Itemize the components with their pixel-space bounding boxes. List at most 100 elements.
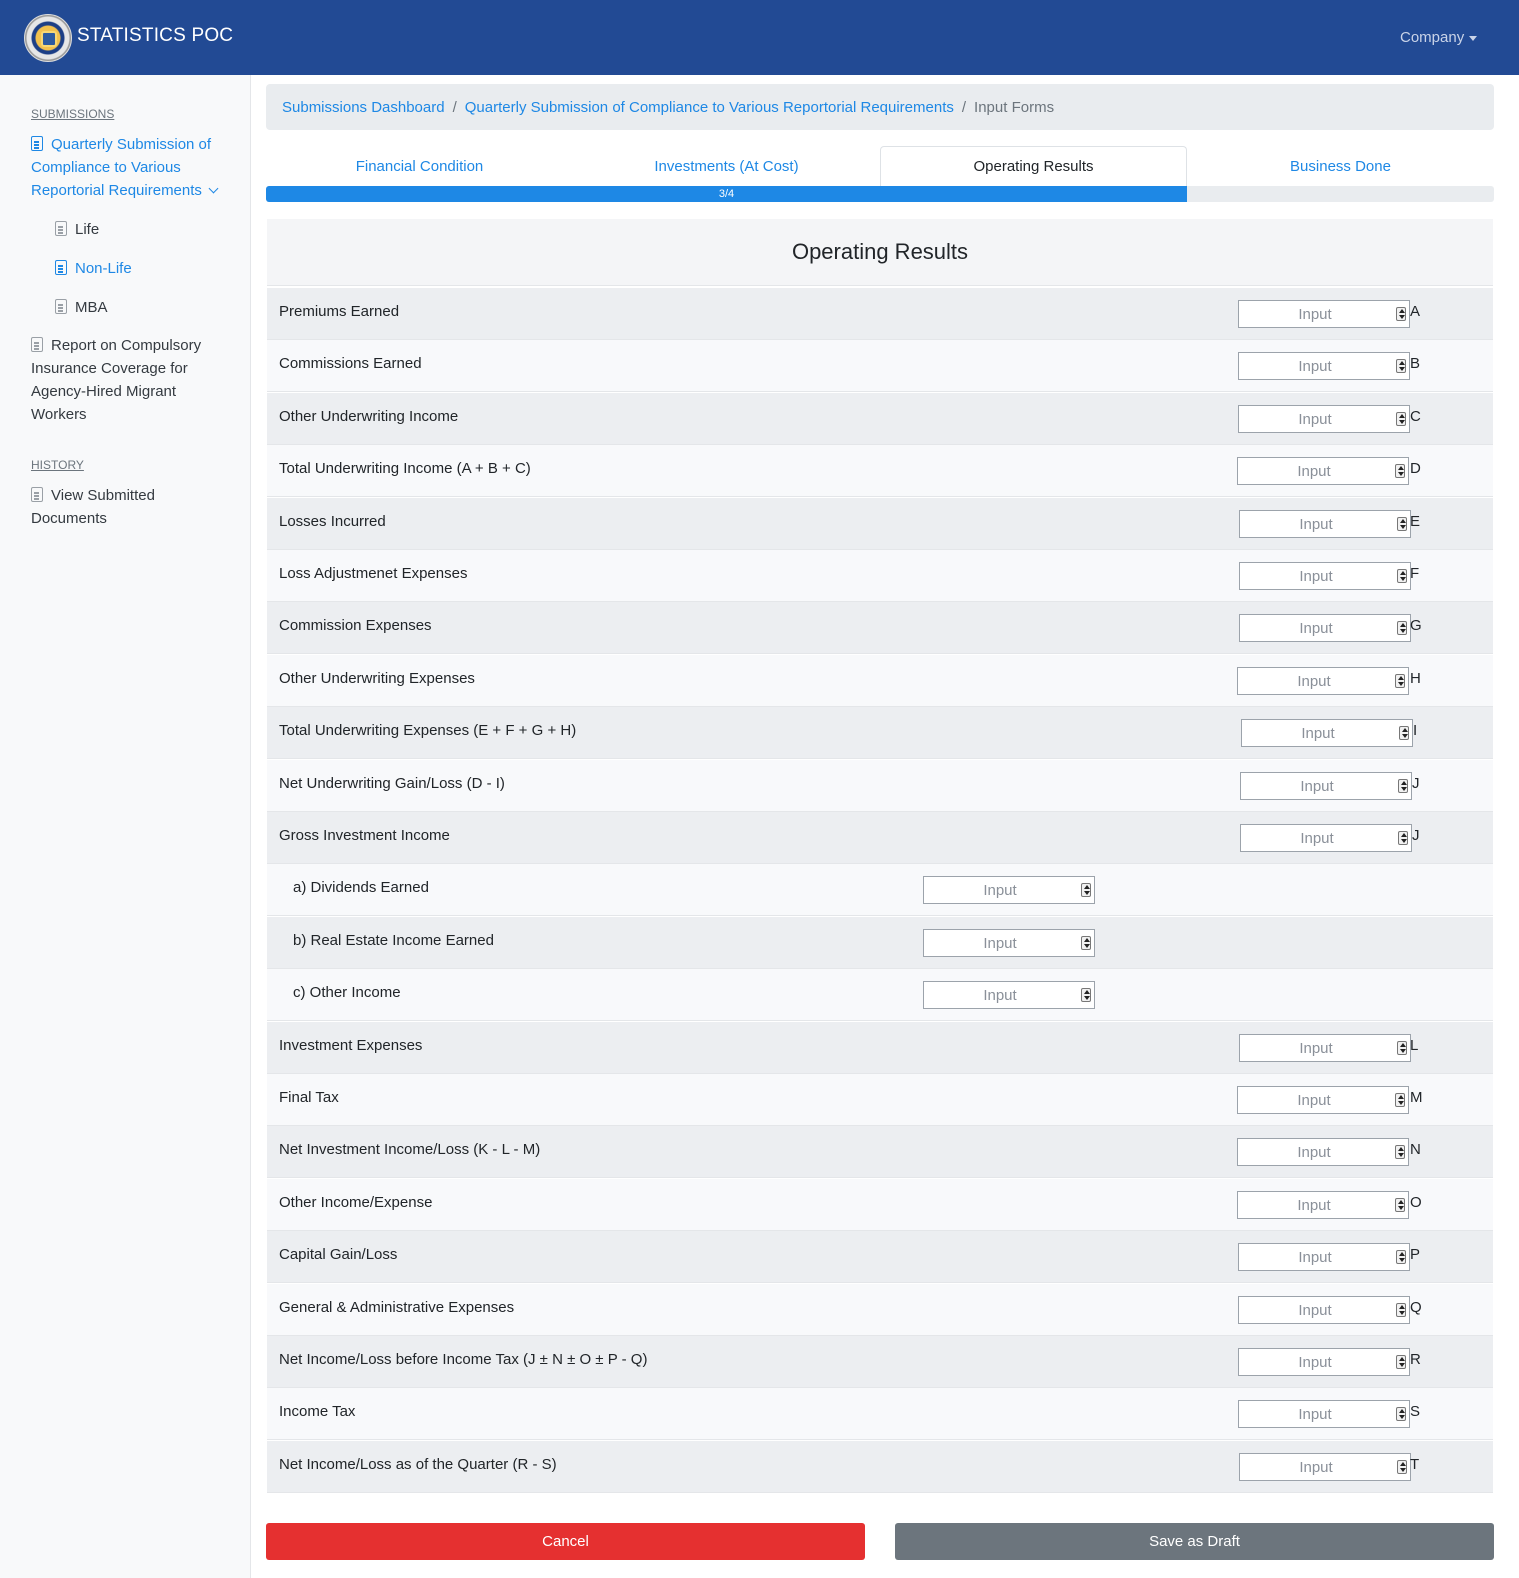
tab-financial-condition[interactable]: Financial Condition [266,146,573,186]
form-row: Premiums Earned Input A [267,288,1493,340]
row-label: Net Investment Income/Loss (K - L - M) [279,1141,541,1158]
sidebar-item-label: Life [75,221,100,238]
form-row: Income Tax Input S [267,1388,1493,1440]
number-input[interactable]: Input [1237,457,1409,485]
breadcrumb-quarterly-submission[interactable]: Quarterly Submission of Compliance to Va… [465,99,954,116]
brand-title[interactable]: STATISTICS POC [77,25,233,47]
document-icon [55,260,67,275]
number-input[interactable]: Input [1237,1191,1409,1219]
spinner-arrows-icon[interactable] [1396,1407,1406,1421]
row-reference-letter: J [1412,775,1420,792]
spinner-arrows-icon[interactable] [1397,1460,1407,1474]
spinner-arrows-icon[interactable] [1395,464,1405,478]
number-input[interactable]: Input [923,929,1095,957]
row-label: a) Dividends Earned [293,879,429,896]
sidebar-item-non-life[interactable]: Non-Life [55,257,132,280]
company-menu[interactable]: Company [1400,29,1464,46]
save-as-draft-button[interactable]: Save as Draft [895,1523,1494,1560]
breadcrumb-separator: / [452,98,457,116]
row-reference-letter: J [1412,827,1420,844]
spinner-arrows-icon[interactable] [1081,936,1091,950]
tab-operating-results[interactable]: Operating Results [880,146,1187,186]
spinner-arrows-icon[interactable] [1397,1041,1407,1055]
form-title: Operating Results [267,219,1493,286]
input-placeholder: Input [983,986,1017,1004]
number-input[interactable]: Input [1239,562,1411,590]
document-icon [31,487,43,502]
row-label: Commission Expenses [279,617,432,634]
form-row: Commission Expenses Input G [267,602,1493,654]
spinner-arrows-icon[interactable] [1395,1198,1405,1212]
row-reference-letter: O [1410,1194,1422,1211]
sidebar-item-report-compulsory-insurance[interactable]: Report on Compulsory Insurance Coverage … [31,334,201,426]
row-reference-letter: L [1410,1037,1419,1054]
number-input[interactable]: Input [1238,1348,1410,1376]
input-placeholder: Input [1299,567,1333,585]
spinner-arrows-icon[interactable] [1395,674,1405,688]
row-reference-letter: M [1410,1089,1423,1106]
tab-business-done[interactable]: Business Done [1187,146,1494,186]
spinner-arrows-icon[interactable] [1395,1145,1405,1159]
row-reference-letter: A [1410,303,1421,320]
sidebar-item-label: Documents [31,510,107,527]
spinner-arrows-icon[interactable] [1396,359,1406,373]
number-input[interactable]: Input [1237,667,1409,695]
spinner-arrows-icon[interactable] [1397,569,1407,583]
sidebar-item-view-submitted[interactable]: View Submitted Documents [31,484,155,530]
number-input[interactable]: Input [1238,1400,1410,1428]
spinner-arrows-icon[interactable] [1395,1093,1405,1107]
spinner-arrows-icon[interactable] [1398,831,1408,845]
spinner-arrows-icon[interactable] [1398,779,1408,793]
form-tabs: Financial Condition Investments (At Cost… [266,146,1494,186]
number-input[interactable]: Input [1238,405,1410,433]
number-input[interactable]: Input [1239,1034,1411,1062]
spinner-arrows-icon[interactable] [1396,1250,1406,1264]
spinner-arrows-icon[interactable] [1081,883,1091,897]
number-input[interactable]: Input [1240,824,1412,852]
input-placeholder: Input [1301,724,1335,742]
sidebar-item-mba[interactable]: MBA [55,296,108,319]
spinner-arrows-icon[interactable] [1396,1355,1406,1369]
sidebar-item-quarterly-submission[interactable]: Quarterly Submission of Compliance to Va… [31,133,219,202]
number-input[interactable]: Input [923,981,1095,1009]
breadcrumb-submissions-dashboard[interactable]: Submissions Dashboard [282,99,445,116]
agency-seal-logo[interactable] [24,14,72,62]
number-input[interactable]: Input [1241,719,1413,747]
chevron-down-icon[interactable] [208,183,219,194]
sidebar-item-label: View Submitted [51,487,155,504]
cancel-button[interactable]: Cancel [266,1523,865,1560]
seal-center [41,31,57,47]
input-placeholder: Input [1297,1196,1331,1214]
row-reference-letter: F [1410,565,1420,582]
row-label: Other Income/Expense [279,1194,433,1211]
sidebar-item-label: MBA [75,299,108,316]
spinner-arrows-icon[interactable] [1396,412,1406,426]
sidebar-item-label: Report on Compulsory [51,337,202,354]
row-reference-letter: N [1410,1141,1421,1158]
spinner-arrows-icon[interactable] [1397,621,1407,635]
row-label: c) Other Income [293,984,401,1001]
tab-investments[interactable]: Investments (At Cost) [573,146,880,186]
number-input[interactable]: Input [1237,1138,1409,1166]
number-input[interactable]: Input [1239,614,1411,642]
number-input[interactable]: Input [1238,1296,1410,1324]
spinner-arrows-icon[interactable] [1397,517,1407,531]
sidebar: SUBMISSIONS Quarterly Submission of Comp… [0,75,251,1578]
number-input[interactable]: Input [1238,300,1410,328]
input-placeholder: Input [1300,777,1334,795]
number-input[interactable]: Input [1238,1243,1410,1271]
spinner-arrows-icon[interactable] [1396,1303,1406,1317]
caret-down-icon[interactable] [1469,36,1477,41]
number-input[interactable]: Input [923,876,1095,904]
number-input[interactable]: Input [1239,510,1411,538]
number-input[interactable]: Input [1237,1086,1409,1114]
number-input[interactable]: Input [1239,1453,1411,1481]
number-input[interactable]: Input [1240,772,1412,800]
spinner-arrows-icon[interactable] [1399,726,1409,740]
spinner-arrows-icon[interactable] [1081,988,1091,1002]
row-label: b) Real Estate Income Earned [293,932,494,949]
sidebar-item-life[interactable]: Life [55,218,99,241]
spinner-arrows-icon[interactable] [1396,307,1406,321]
number-input[interactable]: Input [1238,352,1410,380]
document-icon [31,337,43,352]
